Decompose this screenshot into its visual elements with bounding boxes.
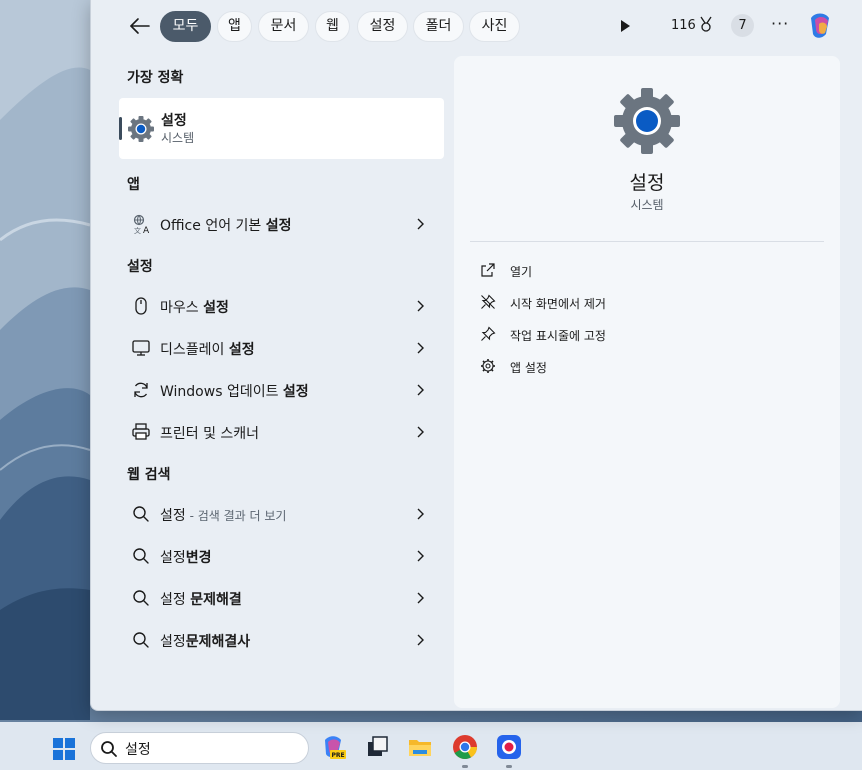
more-options-icon[interactable]: ··· <box>771 14 789 33</box>
open-external-icon <box>481 263 495 277</box>
office-language-icon: A 文 <box>133 214 150 234</box>
best-match-name: 설정 <box>161 113 187 129</box>
action-label: 앱 설정 <box>510 361 547 375</box>
taskbar: PRE <box>0 722 862 770</box>
list-item-label: 마우스 설정 <box>160 300 229 316</box>
filter-chip-folders[interactable]: 폴더 <box>413 11 464 42</box>
settings-gear-icon <box>128 116 154 142</box>
chevron-right-icon[interactable] <box>415 299 425 313</box>
list-item-label: 프린터 및 스캐너 <box>160 426 260 442</box>
filter-chip-apps[interactable]: 앱 <box>217 11 252 42</box>
task-view-icon[interactable] <box>364 734 390 760</box>
search-icon <box>133 590 149 606</box>
list-item-display-settings[interactable]: 디스플레이 설정 <box>119 329 444 367</box>
chrome-icon[interactable] <box>452 734 478 760</box>
list-item-label: 설정문제해결사 <box>160 634 251 650</box>
chevron-right-icon[interactable] <box>415 633 425 647</box>
pin-icon <box>481 326 496 341</box>
filter-chip-web[interactable]: 웹 <box>315 11 350 42</box>
action-open[interactable]: 열기 <box>480 260 780 282</box>
action-app-settings[interactable]: 앱 설정 <box>480 356 780 378</box>
svg-text:PRE: PRE <box>331 752 344 759</box>
filter-bar: 모두 앱 문서 웹 설정 폴더 사진 116 7 ··· <box>91 8 862 44</box>
chevron-right-icon[interactable] <box>415 341 425 355</box>
chevron-right-icon[interactable] <box>415 591 425 605</box>
list-item-web-search[interactable]: 설정 - 검색 결과 더 보기 <box>119 495 444 533</box>
filter-chip-photos[interactable]: 사진 <box>469 11 520 42</box>
list-item-label: Office 언어 기본 설정 <box>160 218 292 234</box>
list-item-label: Windows 업데이트 설정 <box>160 384 309 400</box>
recorder-icon[interactable] <box>496 734 522 760</box>
list-item-office-language[interactable]: A 文 Office 언어 기본 설정 <box>119 205 444 243</box>
list-item-label: 설정 - 검색 결과 더 보기 <box>160 508 287 524</box>
search-input[interactable] <box>125 738 295 760</box>
chevron-right-icon[interactable] <box>415 425 425 439</box>
rewards-points[interactable]: 116 <box>671 18 696 33</box>
notification-badge[interactable]: 7 <box>731 14 754 37</box>
chevron-right-icon[interactable] <box>415 383 425 397</box>
search-icon <box>133 632 149 648</box>
list-item-printers-scanners[interactable]: 프린터 및 스캐너 <box>119 413 444 451</box>
chevron-right-icon[interactable] <box>415 217 425 231</box>
selection-indicator <box>119 117 122 140</box>
action-label: 열기 <box>510 265 533 279</box>
list-item-label: 설정변경 <box>160 550 212 566</box>
detail-title: 설정 <box>629 172 665 194</box>
gear-icon <box>481 359 495 373</box>
action-pin-to-taskbar[interactable]: 작업 표시줄에 고정 <box>480 324 780 346</box>
action-label: 시작 화면에서 제거 <box>510 297 606 311</box>
list-item-web-search[interactable]: 설정문제해결사 <box>119 621 444 659</box>
web-search-heading: 웹 검색 <box>127 467 171 483</box>
windows-start-icon[interactable] <box>53 738 75 760</box>
filter-chip-documents[interactable]: 문서 <box>258 11 309 42</box>
back-arrow-icon[interactable] <box>127 13 153 39</box>
search-panel: 모두 앱 문서 웹 설정 폴더 사진 116 7 ··· 가장 정확 설정 시스… <box>90 0 862 711</box>
list-item-label: 설정 문제해결 <box>160 592 242 608</box>
search-icon <box>133 506 149 522</box>
printer-icon <box>132 423 150 440</box>
list-item-mouse-settings[interactable]: 마우스 설정 <box>119 287 444 325</box>
filter-chip-all[interactable]: 모두 <box>160 11 211 42</box>
action-label: 작업 표시줄에 고정 <box>510 329 606 343</box>
action-unpin-from-start[interactable]: 시작 화면에서 제거 <box>480 292 780 314</box>
list-item-label: 디스플레이 설정 <box>160 342 255 358</box>
best-match-heading: 가장 정확 <box>127 70 184 86</box>
list-item-web-search[interactable]: 설정 문제해결 <box>119 579 444 617</box>
settings-gear-icon <box>614 88 680 154</box>
search-icon <box>133 548 149 564</box>
play-icon[interactable] <box>615 16 635 36</box>
detail-pane: 설정 시스템 열기 시작 화면에서 제거 작업 표시줄에 고정 앱 설정 <box>454 56 840 708</box>
settings-heading: 설정 <box>127 259 153 275</box>
unpin-icon <box>481 294 496 309</box>
apps-heading: 앱 <box>127 177 140 193</box>
detail-subtitle: 시스템 <box>630 198 664 212</box>
svg-text:文: 文 <box>134 226 141 234</box>
search-icon <box>101 741 117 757</box>
chevron-right-icon[interactable] <box>415 507 425 521</box>
list-item-windows-update-settings[interactable]: Windows 업데이트 설정 <box>119 371 444 409</box>
best-match-subtitle: 시스템 <box>161 131 195 145</box>
copilot-icon[interactable] <box>805 11 835 41</box>
best-match-item[interactable]: 설정 시스템 <box>119 98 444 159</box>
chevron-right-icon[interactable] <box>415 549 425 563</box>
taskbar-search-box[interactable] <box>90 732 309 764</box>
monitor-icon <box>132 340 150 356</box>
filter-chip-settings[interactable]: 설정 <box>357 11 408 42</box>
running-indicator <box>506 765 512 768</box>
svg-text:A: A <box>143 226 150 234</box>
running-indicator <box>462 765 468 768</box>
divider <box>470 241 824 242</box>
file-explorer-icon[interactable] <box>407 734 433 760</box>
mouse-icon <box>135 297 147 315</box>
refresh-icon <box>134 382 148 398</box>
list-item-web-search[interactable]: 설정변경 <box>119 537 444 575</box>
medal-icon <box>700 16 712 32</box>
copilot-pre-icon[interactable]: PRE <box>320 734 346 760</box>
